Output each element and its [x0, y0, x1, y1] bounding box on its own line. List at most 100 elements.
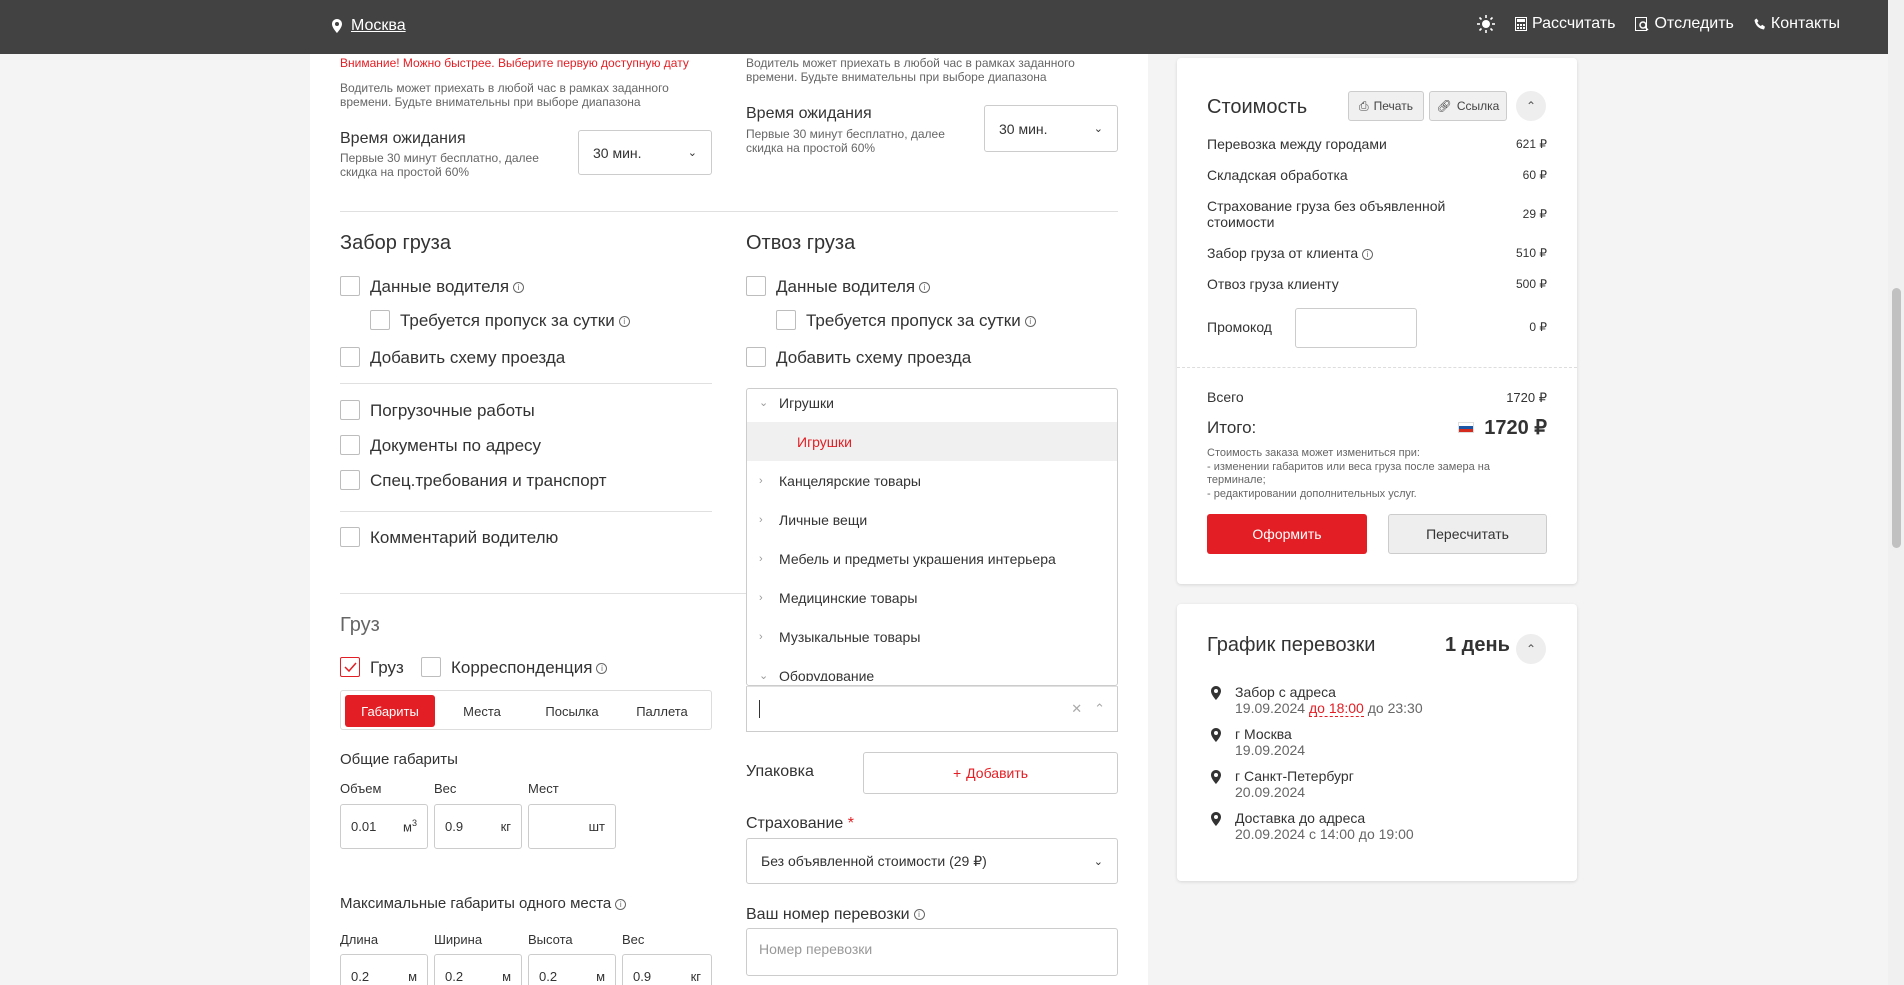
wait-note: Первые 30 минут бесплатно, далее скидка … [340, 151, 539, 179]
wait-time-select-right[interactable]: 30 мин. ⌄ [984, 105, 1118, 152]
cargo-category-dropdown[interactable]: ⌄ Игрушки Игрушки › Канцелярские товары › Л… [746, 388, 1118, 686]
city-selector[interactable]: Москва [332, 17, 406, 35]
speed-warning: Внимание! Можно быстрее. Выберите первую… [340, 56, 689, 70]
page-scrollbar[interactable] [1888, 0, 1904, 985]
docs-checkbox[interactable] [340, 435, 360, 455]
cost-row: Страхование груза без объявленной стоимо… [1207, 198, 1547, 230]
comment-checkbox[interactable] [340, 527, 360, 547]
tab-dimensions[interactable]: Габариты [345, 695, 435, 727]
cost-card: Стоимость ⎙ Печать 🔗︎ Ссылка ⌃ Перевозка м… [1177, 58, 1577, 584]
insurance-select[interactable]: Без объявленной стоимости (29 ₽) ⌄ [746, 838, 1118, 884]
comment-label: Комментарий водителю [370, 528, 559, 547]
places-label: Мест [528, 781, 559, 796]
height-field[interactable]: 0.2 м [528, 954, 616, 985]
info-icon[interactable]: i [1024, 316, 1036, 328]
info-icon[interactable]: i [913, 909, 925, 921]
chevron-right-icon: › [759, 630, 763, 643]
category-item-toys[interactable]: ⌄ Игрушки [747, 389, 1117, 422]
weight-field[interactable]: 0.9 кг [434, 804, 522, 849]
width-label: Ширина [434, 932, 483, 947]
print-button[interactable]: ⎙ Печать [1348, 91, 1424, 121]
tab-pallet[interactable]: Паллета [617, 695, 707, 727]
weight-label: Вес [434, 781, 457, 796]
driver-note-right: Водитель может приехать в любой час в ра… [746, 56, 1075, 84]
tracking-input[interactable]: Номер перевозки [746, 928, 1118, 976]
category-item-music[interactable]: › Музыкальные товары [747, 617, 1117, 656]
scrollbar-thumb[interactable] [1892, 288, 1901, 548]
theme-toggle-icon[interactable] [1476, 15, 1495, 33]
category-subitem-toys[interactable]: Игрушки [747, 422, 1117, 461]
nav-track[interactable]: Отследить [1635, 15, 1734, 33]
chevron-up-icon[interactable]: ⌃ [1094, 701, 1105, 717]
length-field[interactable]: 0.2 м [340, 954, 428, 985]
nav-calculate[interactable]: Рассчитать [1514, 15, 1615, 33]
info-icon[interactable]: i [618, 316, 630, 328]
category-search-input[interactable]: ✕ ⌃ [746, 686, 1118, 732]
track-icon [1635, 17, 1649, 31]
category-item-medical[interactable]: › Медицинские товары [747, 578, 1117, 617]
cost-row: Перевозка между городами 621 ₽ [1207, 136, 1547, 152]
category-item-stationery[interactable]: › Канцелярские товары [747, 461, 1117, 500]
info-icon[interactable]: i [513, 282, 525, 294]
nav-contacts[interactable]: Контакты [1754, 15, 1840, 33]
mail-type-label: Корреспонденция i [451, 658, 608, 678]
pickup-driver-checkbox[interactable] [340, 276, 360, 296]
order-button[interactable]: Оформить [1207, 514, 1367, 554]
loading-label: Погрузочные работы [370, 401, 535, 420]
cargo-type-checkbox[interactable] [340, 657, 360, 677]
pickup-pass-checkbox[interactable] [370, 310, 390, 330]
volume-label: Объем [340, 781, 382, 796]
delivery-pass-checkbox[interactable] [776, 310, 796, 330]
special-label: Спец.требования и транспорт [370, 471, 607, 490]
chevron-down-icon: ⌄ [687, 147, 697, 159]
link-icon: 🔗︎ [1436, 99, 1452, 113]
promo-input[interactable] [1295, 308, 1417, 348]
mail-type-checkbox[interactable] [421, 657, 441, 677]
max-dims-title: Максимальные габариты одного места i [340, 895, 627, 912]
wait-time-select[interactable]: 30 мин. ⌄ [578, 130, 712, 175]
volume-field[interactable]: 0.01 м3 [340, 804, 428, 849]
places-field[interactable]: шт [528, 804, 616, 849]
info-icon[interactable]: i [1362, 248, 1374, 260]
weight2-field[interactable]: 0.9 кг [622, 954, 712, 985]
schedule-collapse-button[interactable]: ⌃ [1516, 634, 1546, 664]
final-label: Итого: [1207, 418, 1257, 437]
schedule-step: Забор с адреса 19.09.2024 до 18:00 до 23… [1207, 684, 1423, 717]
total-value: 1720 ₽ [1506, 390, 1547, 405]
info-icon[interactable]: i [919, 282, 931, 294]
city-name[interactable]: Москва [351, 17, 406, 35]
chevron-down-icon: ⌄ [1093, 123, 1103, 135]
printer-icon: ⎙ [1359, 98, 1369, 113]
delivery-driver-label: Данные водителя i [776, 277, 931, 297]
length-label: Длина [340, 932, 379, 947]
recalc-button[interactable]: Пересчитать [1388, 514, 1547, 554]
info-icon[interactable]: i [615, 898, 627, 910]
promo-label: Промокод [1207, 319, 1272, 335]
category-item-personal[interactable]: › Личные вещи [747, 500, 1117, 539]
info-icon[interactable]: i [596, 663, 608, 675]
final-total: 1720 ₽ [1458, 415, 1547, 440]
link-button[interactable]: 🔗︎ Ссылка [1429, 91, 1507, 121]
weight2-label: Вес [622, 932, 645, 947]
clear-icon[interactable]: ✕ [1071, 701, 1082, 717]
special-checkbox[interactable] [340, 470, 360, 490]
general-dims-title: Общие габариты [340, 751, 458, 768]
category-item-equipment[interactable]: ⌄ Оборудование [747, 656, 1117, 682]
loading-checkbox[interactable] [340, 400, 360, 420]
tab-places[interactable]: Места [437, 695, 527, 727]
location-pin-icon [1211, 770, 1221, 784]
delivery-driver-checkbox[interactable] [746, 276, 766, 296]
collapse-button[interactable]: ⌃ [1516, 91, 1546, 121]
chevron-right-icon: › [759, 552, 763, 565]
schedule-step: Доставка до адреса 20.09.2024 с 14:00 до… [1207, 810, 1414, 842]
category-item-furniture[interactable]: › Мебель и предметы украшения интерьера [747, 539, 1117, 578]
phone-icon [1754, 18, 1765, 30]
pickup-scheme-checkbox[interactable] [340, 347, 360, 367]
add-packing-button[interactable]: + Добавить [863, 752, 1118, 794]
pickup-pass-label: Требуется пропуск за сутки i [400, 311, 630, 331]
delivery-scheme-checkbox[interactable] [746, 347, 766, 367]
tab-parcel[interactable]: Посылка [527, 695, 617, 727]
docs-label: Документы по адресу [370, 436, 542, 455]
chevron-down-icon: ⌄ [1093, 855, 1103, 868]
width-field[interactable]: 0.2 м [434, 954, 522, 985]
